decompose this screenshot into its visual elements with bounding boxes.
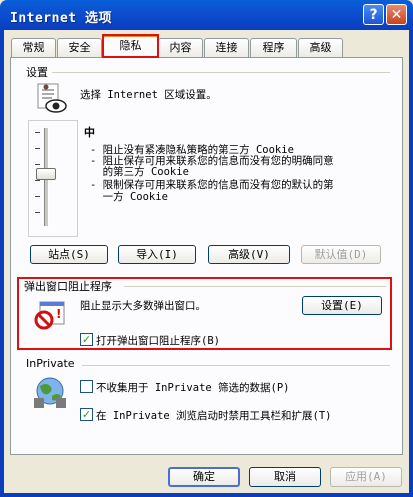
slider-tick — [35, 196, 40, 197]
popup-blocker-checkbox[interactable]: ✓ — [80, 333, 93, 346]
tab-privacy[interactable]: 隐私 — [103, 35, 158, 58]
slider-tick — [35, 164, 40, 165]
privacy-level-name: 中 — [84, 126, 95, 139]
popup-group-line — [124, 286, 386, 287]
tab-general[interactable]: 常规 — [11, 38, 56, 57]
ok-button[interactable]: 确定 — [168, 467, 240, 487]
inprivate-group-label: InPrivate — [24, 357, 77, 370]
settings-group-line — [52, 72, 390, 73]
inprivate-filter-checkbox[interactable] — [80, 380, 93, 393]
popup-settings-button[interactable]: 设置(E) — [302, 296, 382, 315]
popup-blocker-icon: ! — [34, 301, 65, 330]
slider-tick — [35, 148, 40, 149]
default-button: 默认值(D) — [301, 245, 381, 264]
window-frame-left — [0, 30, 4, 497]
inprivate-filter-checkbox-label[interactable]: 不收集用于 InPrivate 筛选的数据(P) — [96, 380, 290, 395]
apply-button: 应用(A) — [330, 467, 402, 487]
sites-button[interactable]: 站点(S) — [30, 245, 108, 264]
window-frame-bottom — [0, 493, 413, 497]
popup-group-label: 弹出窗口阻止程序 — [22, 278, 114, 294]
tab-connections[interactable]: 连接 — [204, 38, 249, 57]
close-button[interactable]: ✕ — [386, 4, 407, 25]
privacy-document-eye-icon — [37, 83, 67, 113]
inprivate-globe-icon — [34, 377, 66, 408]
popup-description: 阻止显示大多数弹出窗口。 — [80, 300, 206, 312]
privacy-bullet-3-cont: 一方 Cookie — [90, 191, 168, 203]
advanced-button[interactable]: 高级(V) — [208, 245, 290, 264]
slider-tick — [35, 212, 40, 213]
cancel-button[interactable]: 取消 — [249, 467, 321, 487]
title-bar[interactable]: Internet 选项 ? ✕ — [0, 0, 413, 30]
tab-security[interactable]: 安全 — [57, 38, 102, 57]
popup-blocker-checkbox-label[interactable]: 打开弹出窗口阻止程序(B) — [96, 333, 220, 348]
tab-programs[interactable]: 程序 — [250, 38, 297, 57]
window-title: Internet 选项 — [10, 11, 112, 26]
privacy-level-slider-thumb[interactable] — [36, 168, 56, 180]
window-frame-right — [409, 30, 413, 497]
tab-advanced[interactable]: 高级 — [298, 38, 343, 57]
tab-content[interactable]: 内容 — [158, 38, 203, 57]
inprivate-group-line — [82, 365, 390, 366]
internet-options-dialog: Internet 选项 ? ✕ 常规 安全 隐私 内容 连接 程序 高级 设置 … — [0, 0, 413, 497]
settings-group-label: 设置 — [24, 64, 50, 80]
slider-tick — [35, 180, 40, 181]
slider-tick — [35, 132, 40, 133]
svg-text:!: ! — [56, 307, 61, 321]
inprivate-disable-toolbars-label[interactable]: 在 InPrivate 浏览启动时禁用工具栏和扩展(T) — [96, 408, 332, 423]
settings-description: 选择 Internet 区域设置。 — [80, 89, 217, 101]
help-button[interactable]: ? — [363, 4, 384, 25]
inprivate-disable-toolbars-checkbox[interactable]: ✓ — [80, 408, 93, 421]
import-button[interactable]: 导入(I) — [118, 245, 196, 264]
